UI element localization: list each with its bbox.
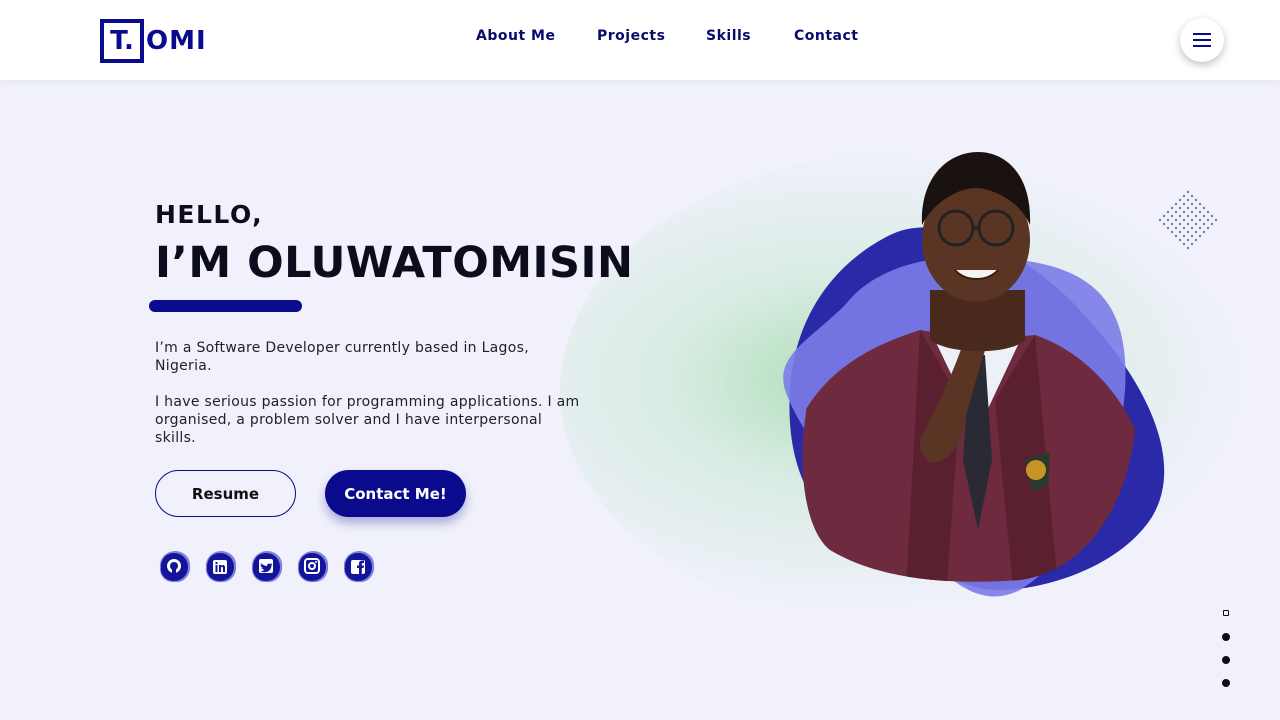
hero-paragraph-2: I have serious passion for programming a… [155, 394, 580, 446]
nav-contact[interactable]: Contact [794, 28, 859, 44]
nav-skills[interactable]: Skills [706, 28, 751, 44]
profile-illustration [783, 152, 1165, 597]
menu-button[interactable] [1180, 18, 1224, 62]
scroll-dot-3[interactable] [1222, 656, 1230, 664]
twitter-icon[interactable] [249, 549, 285, 585]
scroll-dot-1[interactable] [1223, 610, 1229, 616]
resume-button[interactable]: Resume [155, 470, 296, 517]
hero-underline [149, 300, 302, 312]
hero-paragraph-1: I’m a Software Developer currently based… [155, 340, 529, 374]
nav-about-me[interactable]: About Me [476, 28, 555, 44]
github-icon[interactable] [157, 549, 193, 585]
scroll-dot-4[interactable] [1222, 679, 1230, 687]
nav-projects[interactable]: Projects [597, 28, 665, 44]
hero-greeting: HELLO, [155, 200, 264, 229]
linkedin-icon[interactable] [203, 549, 239, 585]
hamburger-icon [1193, 33, 1211, 47]
site-header: T. OMI About Me Projects Skills Contact [0, 0, 1280, 80]
scroll-dot-2[interactable] [1222, 633, 1230, 641]
contact-me-button[interactable]: Contact Me! [325, 470, 466, 517]
hero-name: I’M OLUWATOMISIN [155, 238, 634, 288]
facebook-icon[interactable] [341, 549, 377, 585]
section-scroll-indicator [1218, 606, 1234, 692]
instagram-icon[interactable] [295, 549, 331, 585]
dot-pattern-decoration [1158, 190, 1218, 250]
main-nav: About Me Projects Skills Contact [0, 28, 1280, 48]
